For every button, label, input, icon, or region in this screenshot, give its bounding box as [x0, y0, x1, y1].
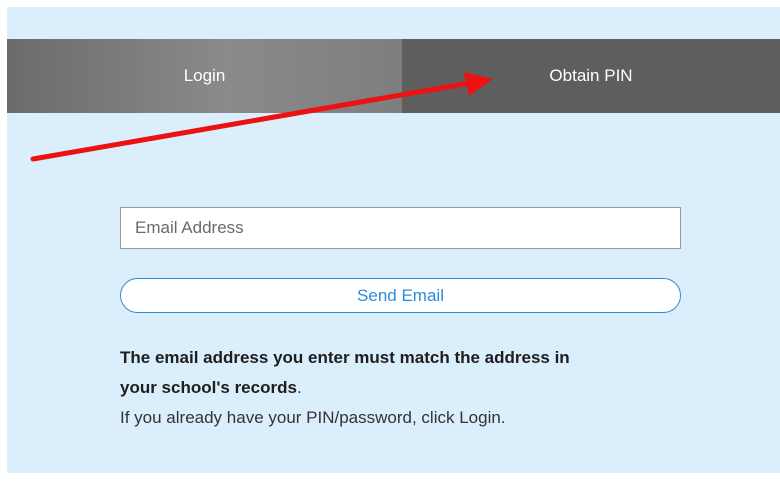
info-line-2: your school's records. [120, 373, 700, 403]
info-line-3: If you already have your PIN/password, c… [120, 408, 506, 427]
tab-login[interactable]: Login [7, 39, 402, 113]
info-line-2-suffix: . [296, 378, 302, 397]
info-line-1-strong: The email address you enter must match t… [120, 348, 570, 367]
send-email-button-label: Send Email [357, 285, 444, 305]
info-line-2-strong: your school's records [120, 378, 297, 397]
info-text: The email address you enter must match t… [120, 343, 700, 433]
tab-login-label: Login [183, 66, 226, 85]
tab-obtain-pin-label: Obtain PIN [549, 66, 633, 85]
email-field[interactable] [120, 207, 681, 249]
send-email-button[interactable]: Send Email [120, 278, 681, 313]
tab-obtain-pin[interactable]: Obtain PIN [402, 39, 780, 113]
tab-bar: Login Obtain PIN [7, 39, 780, 113]
info-line-1: The email address you enter must match t… [120, 343, 700, 373]
